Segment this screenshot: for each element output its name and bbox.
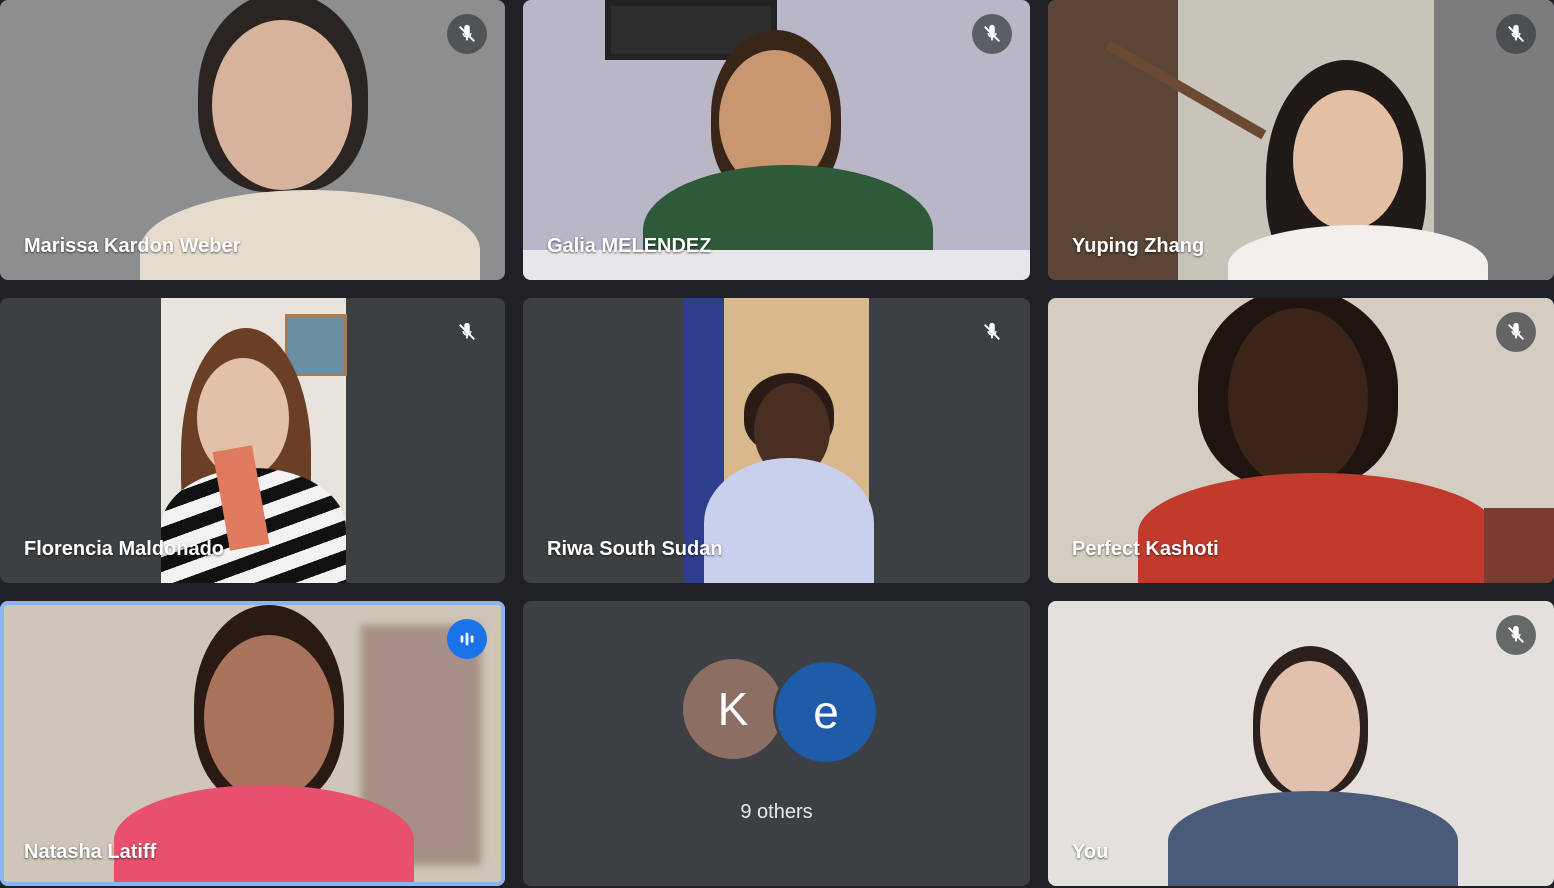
speaking-indicator-icon — [447, 619, 487, 659]
avatar: e — [773, 659, 879, 765]
mic-off-icon — [972, 312, 1012, 352]
participant-tile-you[interactable]: You — [1048, 601, 1554, 886]
others-count-label: 9 others — [740, 801, 813, 823]
mic-off-icon — [447, 14, 487, 54]
mic-off-icon — [972, 14, 1012, 54]
participant-name: Riwa South Sudan — [547, 538, 723, 560]
mic-off-icon — [447, 312, 487, 352]
mic-off-icon — [1496, 615, 1536, 655]
mic-off-icon — [1496, 14, 1536, 54]
others-tile[interactable]: K e 9 others — [523, 601, 1030, 886]
participant-name: Galia MELENDEZ — [547, 235, 712, 257]
participant-name: Marissa Kardon Weber — [24, 235, 241, 257]
video-feed — [1048, 601, 1554, 886]
participant-tile-galia[interactable]: Galia MELENDEZ — [523, 0, 1030, 280]
meeting-grid: Marissa Kardon Weber Galia MELENDEZ Yupi… — [0, 0, 1554, 888]
participant-tile-florencia[interactable]: Florencia Maldonado — [0, 298, 505, 583]
avatar: K — [683, 659, 783, 759]
participant-tile-yuping[interactable]: Yuping Zhang — [1048, 0, 1554, 280]
participant-name: Florencia Maldonado — [24, 538, 225, 560]
participant-tile-natasha[interactable]: Natasha Latiff — [0, 601, 505, 886]
participant-tile-marissa[interactable]: Marissa Kardon Weber — [0, 0, 505, 280]
participant-name: Natasha Latiff — [24, 841, 157, 863]
participant-tile-perfect[interactable]: Perfect Kashoti — [1048, 298, 1554, 583]
mic-off-icon — [1496, 312, 1536, 352]
participant-name: Yuping Zhang — [1072, 235, 1205, 257]
others-avatar-stack: K e — [683, 659, 883, 765]
participant-name: Perfect Kashoti — [1072, 538, 1219, 560]
participant-tile-riwa[interactable]: Riwa South Sudan — [523, 298, 1030, 583]
participant-name: You — [1072, 841, 1109, 863]
